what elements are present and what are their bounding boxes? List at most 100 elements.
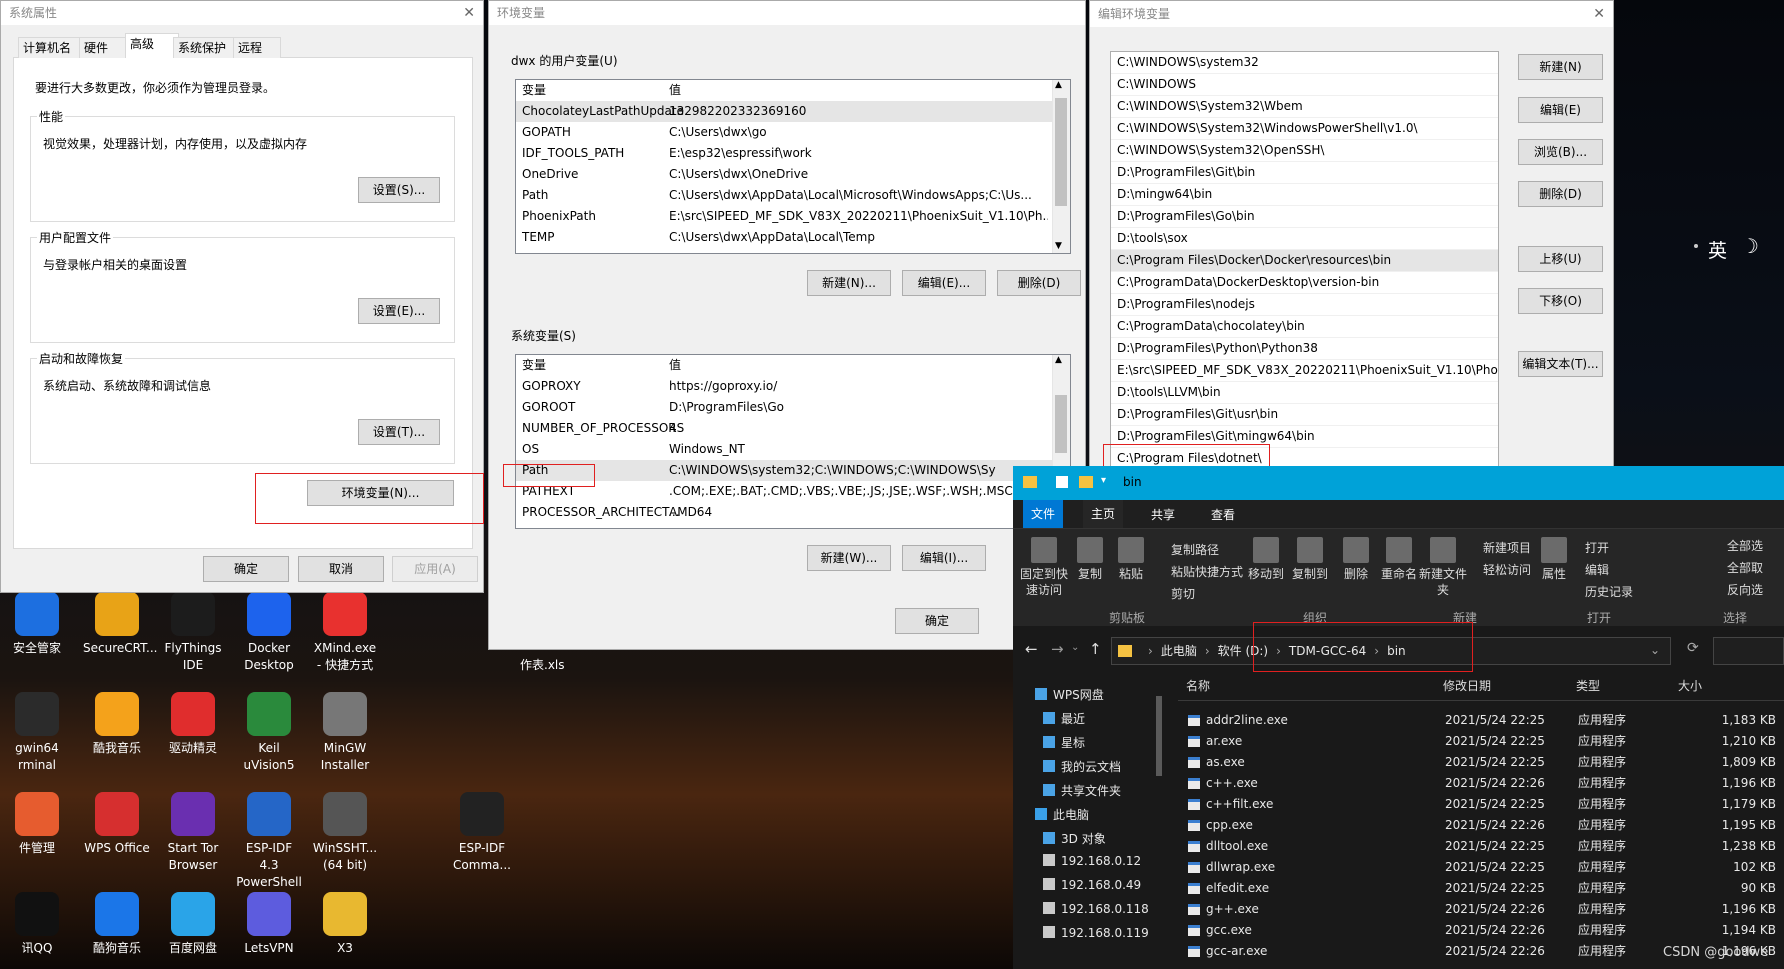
file-row[interactable]: elfedit.exe 2021/5/24 22:25 应用程序 90 KB (1178, 878, 1784, 899)
list-item[interactable]: D:\tools\LLVM\bin (1111, 382, 1498, 404)
tab-0[interactable]: 计算机名 (18, 37, 86, 58)
close-icon[interactable]: ✕ (1593, 1, 1605, 27)
file-row[interactable]: cpp.exe 2021/5/24 22:26 应用程序 1,195 KB (1178, 815, 1784, 836)
desktop-icon[interactable]: FlyThings IDE (159, 592, 227, 674)
column-header-value[interactable]: 值 (669, 80, 1048, 101)
properties-button[interactable]: 属性 (1535, 537, 1573, 582)
list-item[interactable]: C:\WINDOWS\System32\OpenSSH\ (1111, 140, 1498, 162)
table-row[interactable]: OS Windows_NT (516, 439, 1070, 460)
tab-3[interactable]: 系统保护 (173, 37, 239, 58)
list-item[interactable]: C:\WINDOWS\system32 (1111, 52, 1498, 74)
column-header[interactable]: 名称 (1186, 674, 1210, 698)
desktop-file-label[interactable]: 作表.xls (520, 656, 565, 673)
nav-item[interactable]: 3D 对象 (1043, 830, 1106, 847)
scroll-thumb[interactable] (1055, 98, 1067, 206)
tab-2[interactable]: 高级 (125, 33, 179, 58)
tab-4[interactable]: 远程 (233, 37, 281, 58)
table-row[interactable]: NUMBER_OF_PROCESSORS 4 (516, 418, 1070, 439)
column-header[interactable]: 类型 (1576, 674, 1600, 698)
nav-item[interactable]: 星标 (1043, 734, 1085, 751)
select_all-button[interactable]: 全部选 (1727, 537, 1763, 554)
table-row[interactable]: GOPATH C:\Users\dwx\go (516, 122, 1070, 143)
history-button[interactable]: 历史记录 (1585, 583, 1633, 600)
history-dropdown-icon[interactable]: ⌄ (1071, 642, 1079, 653)
tab-1[interactable]: 硬件 (79, 37, 131, 58)
nav-item[interactable]: 192.168.0.49 (1043, 878, 1141, 892)
table-row[interactable]: PROCESSOR_ARCHITECT... AMD64 (516, 502, 1070, 523)
nav-scrollbar[interactable] (1153, 676, 1165, 956)
list-item[interactable]: D:\tools\sox (1111, 228, 1498, 250)
forward-icon[interactable]: → (1051, 640, 1064, 658)
nav-item[interactable]: 最近 (1043, 710, 1085, 727)
copy-to-button[interactable]: 复制到 (1289, 537, 1331, 582)
table-row[interactable]: GOROOT D:\ProgramFiles\Go (516, 397, 1070, 418)
list-item[interactable]: C:\ProgramData\chocolatey\bin (1111, 316, 1498, 338)
chevron-down-icon[interactable]: ⌄ (1650, 643, 1660, 657)
easy-access-button[interactable]: 轻松访问 (1483, 561, 1531, 578)
scroll-thumb[interactable] (1156, 696, 1162, 776)
table-row[interactable]: Path C:\WINDOWS\system32;C:\WINDOWS;C:\WI… (516, 460, 1070, 481)
pin-quick-access-button[interactable]: 固定到快速访问 (1019, 537, 1069, 598)
list-item[interactable]: D:\ProgramFiles\Python\Python38 (1111, 338, 1498, 360)
nav-item[interactable]: 我的云文档 (1043, 758, 1121, 775)
tab-0[interactable]: 文件 (1023, 500, 1064, 528)
ok-button[interactable]: 确定 (203, 556, 289, 582)
file-row[interactable]: dllwrap.exe 2021/5/24 22:25 应用程序 102 KB (1178, 857, 1784, 878)
table-row[interactable]: Path C:\Users\dwx\AppData\Local\Microsoft… (516, 185, 1070, 206)
file-row[interactable]: g++.exe 2021/5/24 22:26 应用程序 1,196 KB (1178, 899, 1784, 920)
close-icon[interactable]: ✕ (463, 1, 475, 25)
desktop-icon[interactable]: 驱动精灵 (159, 692, 227, 757)
invert-button[interactable]: 反向选 (1727, 581, 1763, 598)
list-item[interactable]: C:\ProgramData\DockerDesktop\version-bin (1111, 272, 1498, 294)
copy-button[interactable]: 复制 (1071, 537, 1109, 582)
list-item[interactable]: D:\ProgramFiles\nodejs (1111, 294, 1498, 316)
file-row[interactable]: addr2line.exe 2021/5/24 22:25 应用程序 1,183 KB (1178, 710, 1784, 731)
desktop-icon[interactable]: MinGW Installer (311, 692, 379, 774)
desktop-icon[interactable]: 安全管家 (3, 592, 71, 657)
user-delete-button[interactable]: 删除(D) (997, 270, 1081, 296)
column-header[interactable]: 修改日期 (1443, 674, 1491, 698)
desktop-icon[interactable]: LetsVPN (235, 892, 303, 957)
file-row[interactable]: c++.exe 2021/5/24 22:26 应用程序 1,196 KB (1178, 773, 1784, 794)
user-new-button[interactable]: 新建(N)... (807, 270, 891, 296)
list-item[interactable]: C:\WINDOWS\System32\Wbem (1111, 96, 1498, 118)
desktop-icon[interactable]: ESP-IDF Comma... (448, 792, 516, 874)
table-row[interactable]: PhoenixPath E:\src\SIPEED_MF_SDK_V83X_202… (516, 206, 1070, 227)
edit-text-button[interactable]: 编辑文本(T)... (1518, 351, 1603, 377)
desktop-icon[interactable]: SecureCRT... (83, 592, 157, 657)
user-profile-settings-button[interactable]: 设置(E)... (358, 298, 440, 324)
scrollbar[interactable]: ▲ ▼ (1052, 80, 1070, 253)
breadcrumb-item[interactable]: 此电脑 (1161, 644, 1197, 658)
system-new-button[interactable]: 新建(W)... (807, 545, 891, 571)
open-button[interactable]: 打开 (1585, 539, 1609, 556)
dropdown-arrow-icon[interactable]: ▾ (1101, 475, 1106, 486)
checkbox-icon[interactable] (1056, 476, 1068, 488)
table-row[interactable]: PATHEXT .COM;.EXE;.BAT;.CMD;.VBS;.VBE;.JS… (516, 481, 1070, 502)
startup-settings-button[interactable]: 设置(T)... (358, 419, 440, 445)
system-vars-list[interactable]: 变量 值 GOPROXY https://goproxy.io/GOROOT D:\… (515, 354, 1071, 529)
desktop-icon[interactable]: Start Tor Browser (159, 792, 227, 874)
column-header[interactable]: 大小 (1678, 674, 1702, 698)
move-to-button[interactable]: 移动到 (1245, 537, 1287, 582)
desktop-icon[interactable]: Keil uVision5 (235, 692, 303, 774)
list-item[interactable]: D:\ProgramFiles\Git\usr\bin (1111, 404, 1498, 426)
copy_path-button[interactable]: 复制路径 (1171, 541, 1219, 558)
scroll-thumb[interactable] (1055, 395, 1067, 453)
cut-button[interactable]: 剪切 (1171, 585, 1195, 602)
nav-item[interactable]: 192.168.0.12 (1043, 854, 1141, 868)
column-header-variable[interactable]: 变量 (522, 80, 546, 101)
desktop-icon[interactable]: WPS Office (83, 792, 151, 857)
file-row[interactable]: ar.exe 2021/5/24 22:25 应用程序 1,210 KB (1178, 731, 1784, 752)
move-down-button[interactable]: 下移(O) (1518, 288, 1603, 314)
apply-button[interactable]: 应用(A) (392, 556, 478, 582)
nav-item[interactable]: 共享文件夹 (1043, 782, 1121, 799)
delete-button[interactable]: 删除 (1337, 537, 1375, 582)
table-row[interactable]: IDF_TOOLS_PATH E:\esp32\espressif\work (516, 143, 1070, 164)
user-edit-button[interactable]: 编辑(E)... (902, 270, 986, 296)
scroll-up-icon[interactable]: ▲ (1055, 355, 1062, 365)
system-edit-button[interactable]: 编辑(I)... (902, 545, 986, 571)
moon-icon[interactable]: ☽ (1741, 234, 1759, 258)
browse-button[interactable]: 浏览(B)... (1518, 139, 1603, 165)
file-row[interactable]: gcc.exe 2021/5/24 22:26 应用程序 1,194 KB (1178, 920, 1784, 941)
table-row[interactable]: GOPROXY https://goproxy.io/ (516, 376, 1070, 397)
